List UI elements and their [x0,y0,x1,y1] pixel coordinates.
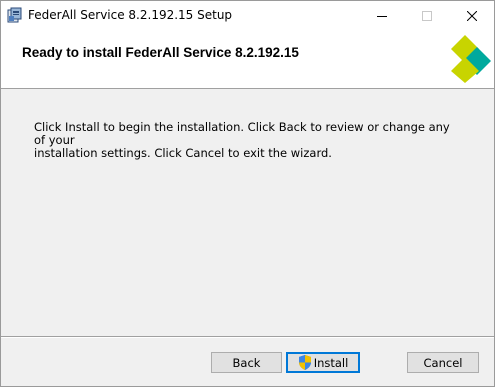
uac-shield-icon [298,355,311,370]
install-button[interactable]: Install [286,352,360,373]
instructions-line-1: Click Install to begin the installation.… [34,120,450,147]
close-button[interactable] [449,1,494,30]
footer-divider [1,336,494,338]
minimize-icon [376,15,387,17]
window-title: FederAll Service 8.2.192.15 Setup [28,8,233,22]
wizard-header: Ready to install FederAll Service 8.2.19… [1,30,494,89]
setup-window: FederAll Service 8.2.192.15 Setup Ready … [0,0,495,387]
install-button-label: Install [313,355,349,370]
back-button[interactable]: Back [211,352,282,373]
cancel-button-label: Cancel [423,355,463,370]
page-title: Ready to install FederAll Service 8.2.19… [22,45,299,60]
minimize-button[interactable] [359,1,404,30]
product-logo [451,35,491,83]
cancel-button[interactable]: Cancel [407,352,479,373]
title-bar[interactable]: FederAll Service 8.2.192.15 Setup [1,1,494,30]
close-icon [466,10,477,21]
maximize-icon [421,10,432,21]
back-button-label: Back [232,355,261,370]
instructions-line-2: installation settings. Click Cancel to e… [34,146,332,160]
installer-app-icon [7,7,22,23]
maximize-button [404,1,449,30]
instructions-text: Click Install to begin the installation.… [34,121,464,160]
